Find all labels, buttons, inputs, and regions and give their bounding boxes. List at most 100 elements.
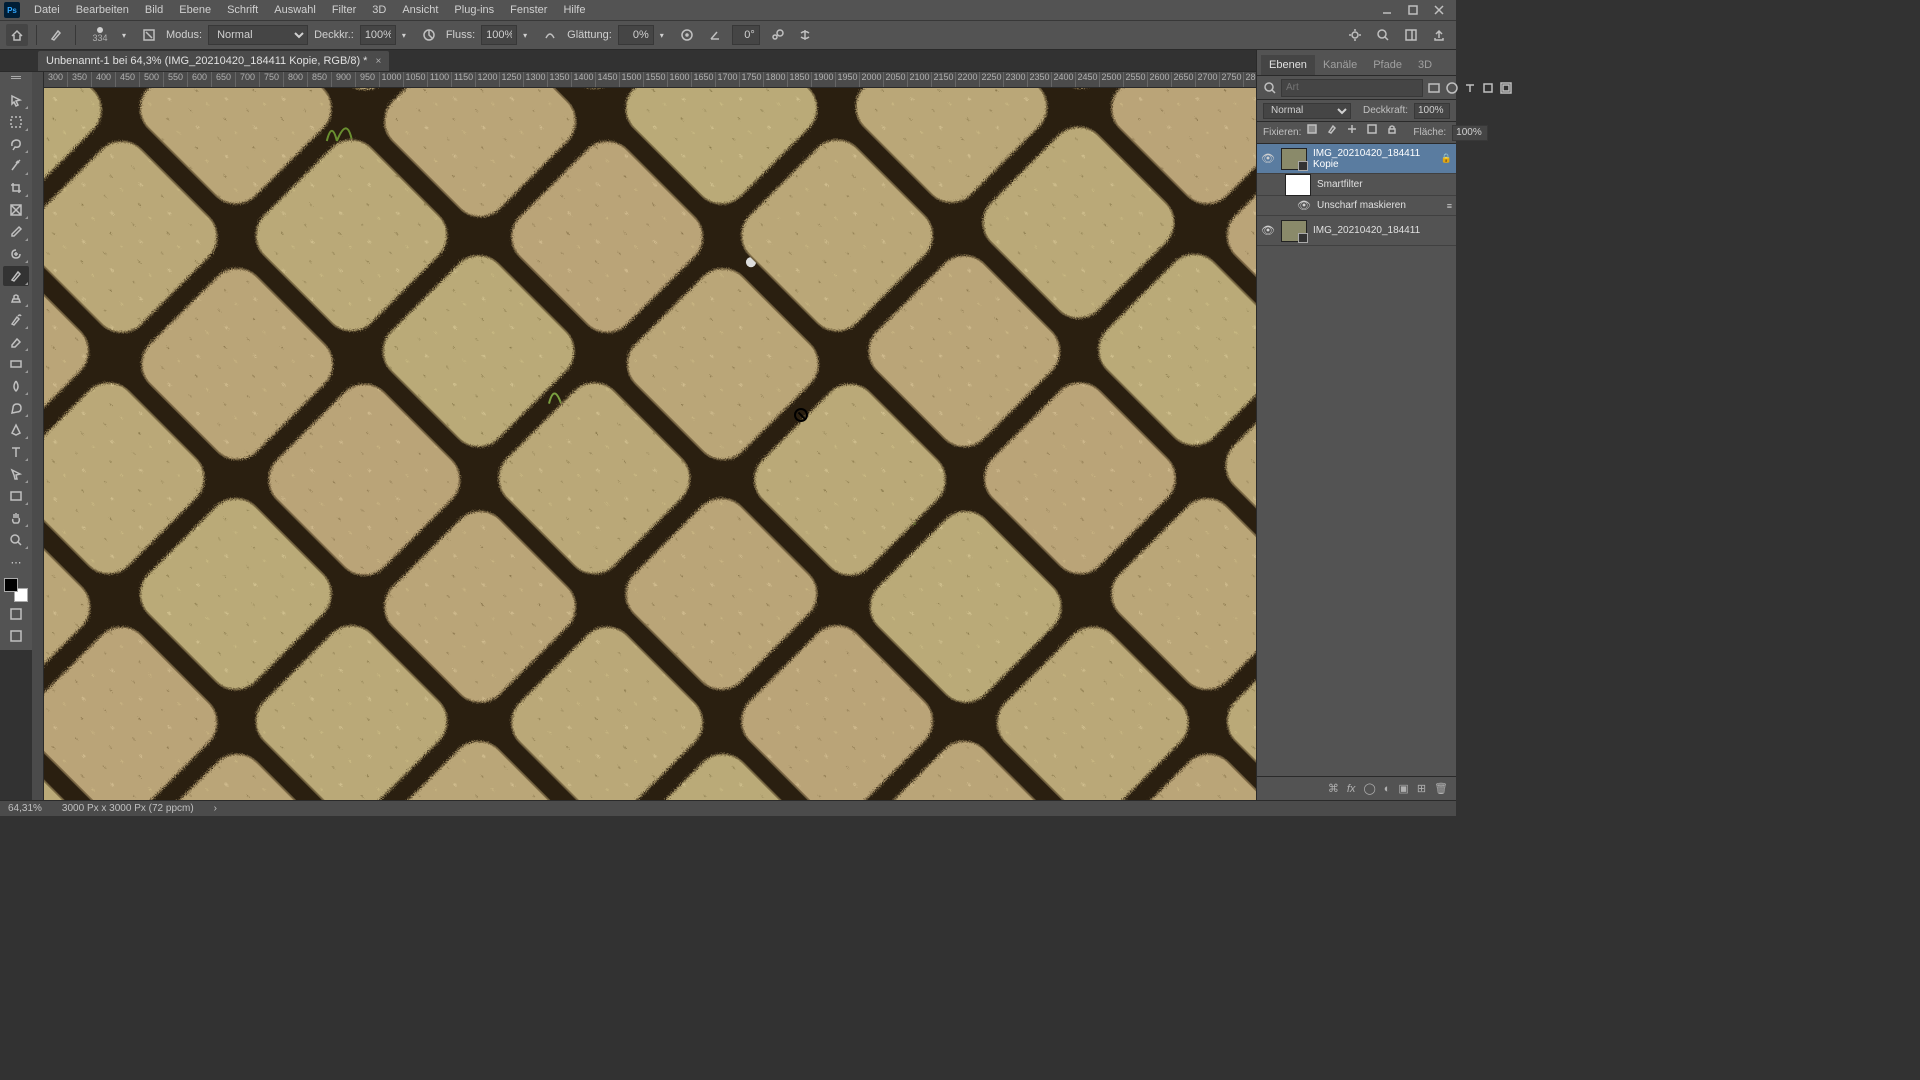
zoom-tool[interactable] (3, 530, 29, 550)
layer-name[interactable]: Smartfilter (1317, 179, 1452, 190)
flow-input[interactable] (481, 25, 517, 45)
type-tool[interactable] (3, 442, 29, 462)
new-layer-icon[interactable]: ⊞ (1417, 782, 1426, 795)
lasso-tool[interactable] (3, 134, 29, 154)
edit-toolbar-icon[interactable]: ⋯ (3, 552, 29, 572)
history-brush-tool[interactable] (3, 310, 29, 330)
frame-tool[interactable] (3, 200, 29, 220)
layer-name[interactable]: IMG_20210420_184411 Kopie (1313, 148, 1435, 170)
marquee-tool[interactable] (3, 112, 29, 132)
tool-preset-picker[interactable] (45, 24, 67, 46)
hand-tool[interactable] (3, 508, 29, 528)
chevron-down-icon[interactable]: ▾ (660, 31, 670, 40)
layer-thumbnail[interactable] (1281, 220, 1307, 242)
layer-opacity-input[interactable] (1414, 103, 1450, 119)
close-tab-icon[interactable]: × (375, 56, 381, 67)
pressure-size-toggle[interactable] (766, 24, 788, 46)
lock-transparency-icon[interactable] (1307, 124, 1321, 141)
panel-tab[interactable]: Ebenen (1261, 55, 1315, 75)
layer-name[interactable]: Unscharf maskieren (1317, 200, 1441, 211)
magic-wand-tool[interactable] (3, 156, 29, 176)
select-subject-icon[interactable] (1344, 24, 1366, 46)
adjustment-layer-icon[interactable]: ◐ (1384, 783, 1391, 795)
layer-row[interactable]: 👁IMG_20210420_184411 Kopie🔒 (1257, 144, 1456, 174)
panel-tab[interactable]: Pfade (1365, 55, 1410, 75)
window-minimize-button[interactable] (1374, 0, 1400, 20)
menu-item[interactable]: Bearbeiten (68, 0, 137, 20)
ruler-vertical[interactable] (32, 72, 44, 800)
angle-input[interactable] (732, 25, 760, 45)
layer-mask-icon[interactable]: ◯ (1363, 782, 1375, 795)
share-icon[interactable] (1428, 24, 1450, 46)
expand-tools-icon[interactable] (11, 76, 21, 84)
filter-options-icon[interactable]: ≡ (1447, 201, 1452, 211)
rectangle-tool[interactable] (3, 486, 29, 506)
menu-item[interactable]: 3D (364, 0, 394, 20)
chevron-down-icon[interactable]: ▾ (402, 31, 412, 40)
filter-shape-icon[interactable] (1481, 80, 1495, 96)
path-select-tool[interactable] (3, 464, 29, 484)
layer-row[interactable]: 👁 IMG_20210420_184411 (1257, 216, 1456, 246)
delete-layer-icon[interactable]: 🗑 (1434, 782, 1448, 795)
visibility-toggle-icon[interactable]: 👁 (1261, 152, 1275, 165)
status-chevron-icon[interactable]: › (214, 803, 217, 814)
chevron-down-icon[interactable]: ▾ (523, 31, 533, 40)
clone-stamp-tool[interactable] (3, 288, 29, 308)
layer-blend-mode-select[interactable]: Normal (1263, 103, 1351, 119)
search-icon[interactable] (1372, 24, 1394, 46)
link-layers-icon[interactable]: ⌘ (1328, 782, 1339, 795)
lock-pixels-icon[interactable] (1327, 124, 1341, 141)
blur-tool[interactable] (3, 376, 29, 396)
pressure-opacity-toggle[interactable] (418, 24, 440, 46)
layer-row[interactable]: Smartfilter (1257, 174, 1456, 196)
document-tab[interactable]: Unbenannt-1 bei 64,3% (IMG_20210420_1844… (38, 51, 389, 71)
window-maximize-button[interactable] (1400, 0, 1426, 20)
brush-tool[interactable] (3, 266, 29, 286)
menu-item[interactable]: Auswahl (266, 0, 324, 20)
chevron-down-icon[interactable]: ▾ (122, 31, 132, 40)
layer-fx-icon[interactable]: fx (1347, 783, 1356, 795)
smoothing-options[interactable] (676, 24, 698, 46)
menu-item[interactable]: Hilfe (555, 0, 593, 20)
workspace-icon[interactable] (1400, 24, 1422, 46)
dodge-tool[interactable] (3, 398, 29, 418)
panel-tab[interactable]: Kanäle (1315, 55, 1365, 75)
filter-type-icon[interactable] (1463, 80, 1477, 96)
layer-row[interactable]: 👁 Unscharf maskieren ≡ (1257, 196, 1456, 216)
eraser-tool[interactable] (3, 332, 29, 352)
eyedropper-tool[interactable] (3, 222, 29, 242)
crop-tool[interactable] (3, 178, 29, 198)
lock-position-icon[interactable] (1347, 124, 1361, 141)
filter-image-icon[interactable] (1427, 80, 1441, 96)
layer-name[interactable]: IMG_20210420_184411 (1313, 225, 1452, 236)
quick-mask-icon[interactable] (3, 604, 29, 624)
lock-artboard-icon[interactable] (1367, 124, 1381, 141)
spot-heal-tool[interactable] (3, 244, 29, 264)
canvas[interactable] (44, 88, 1256, 800)
color-swatches[interactable] (4, 578, 28, 602)
window-close-button[interactable] (1426, 0, 1452, 20)
brush-panel-toggle[interactable] (138, 24, 160, 46)
visibility-toggle-icon[interactable]: 👁 (1261, 224, 1275, 237)
airbrush-toggle[interactable] (539, 24, 561, 46)
visibility-toggle-icon[interactable]: 👁 (1297, 199, 1311, 212)
screen-mode-icon[interactable] (3, 626, 29, 646)
filter-smart-icon[interactable] (1499, 80, 1513, 96)
zoom-level[interactable]: 64,31% (8, 803, 42, 814)
menu-item[interactable]: Filter (324, 0, 364, 20)
opacity-input[interactable] (360, 25, 396, 45)
blend-mode-select[interactable]: Normal (208, 25, 308, 45)
menu-item[interactable]: Plug-ins (446, 0, 502, 20)
menu-item[interactable]: Schrift (219, 0, 266, 20)
layer-fill-input[interactable] (1452, 125, 1488, 141)
panel-tab[interactable]: 3D (1410, 55, 1440, 75)
smoothing-input[interactable] (618, 25, 654, 45)
menu-item[interactable]: Ansicht (394, 0, 446, 20)
lock-all-icon[interactable] (1387, 124, 1401, 141)
symmetry-options[interactable] (794, 24, 816, 46)
layer-filter-input[interactable] (1281, 79, 1423, 97)
move-tool[interactable] (3, 90, 29, 110)
layer-thumbnail[interactable] (1285, 174, 1311, 196)
ruler-horizontal[interactable]: 3003504004505005506006507007508008509009… (44, 72, 1256, 88)
home-button[interactable] (6, 24, 28, 46)
